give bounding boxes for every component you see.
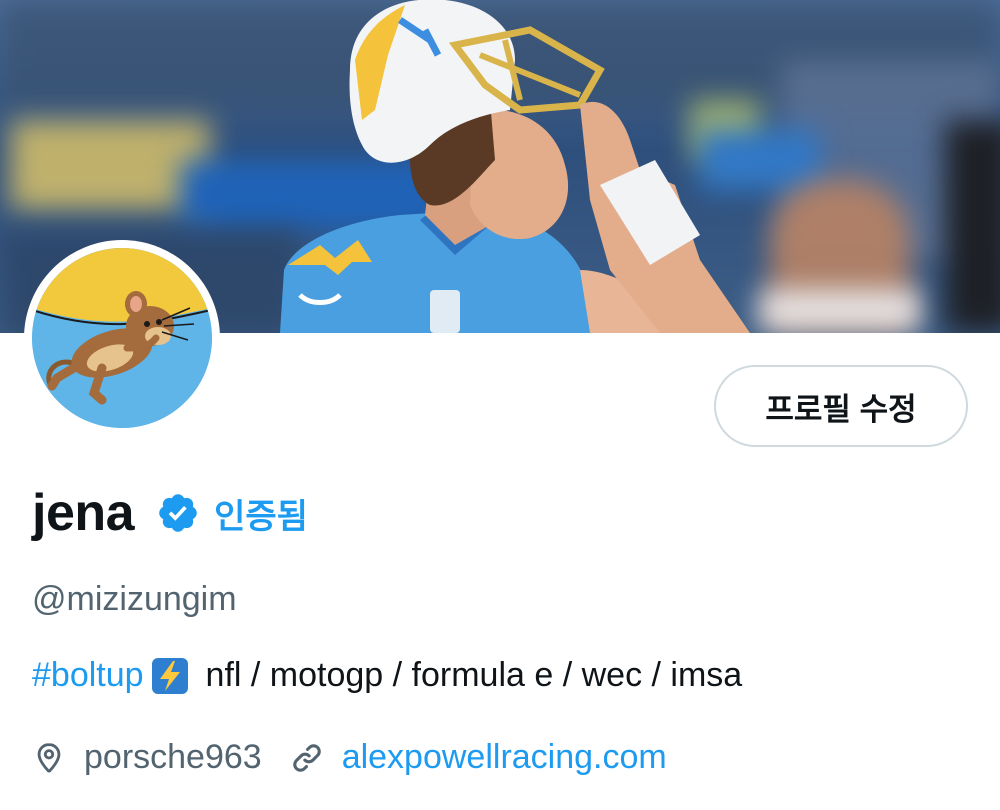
location-text: porsche963 [84,738,262,776]
verified-label[interactable]: 인증됨 [214,489,308,538]
banner-player-illustration [280,0,750,333]
name-row: jena 인증됨 [32,478,308,548]
avatar-mouse-illustration [32,248,212,428]
location-pin-icon [32,741,66,775]
profile-meta: porsche963 alexpowellracing.com [32,738,667,777]
edit-profile-button[interactable]: 프로필 수정 [714,365,968,447]
display-name: jena [32,484,135,542]
lightning-emoji-icon [151,657,188,694]
profile-header: 프로필 수정 jena 인증됨 @mizizungim #boltup nfl … [0,0,1000,810]
verified-badge-icon[interactable] [156,491,200,535]
bio-text: nfl / motogp / formula e / wec / imsa [205,656,743,694]
bio: #boltup nfl / motogp / formula e / wec /… [32,656,742,695]
bio-hashtag-link[interactable]: #boltup [32,656,144,695]
avatar-image [32,248,212,428]
user-handle: @mizizungim [32,580,237,618]
website-link[interactable]: alexpowellracing.com [342,738,667,777]
link-icon [290,741,324,775]
avatar[interactable] [24,240,220,436]
